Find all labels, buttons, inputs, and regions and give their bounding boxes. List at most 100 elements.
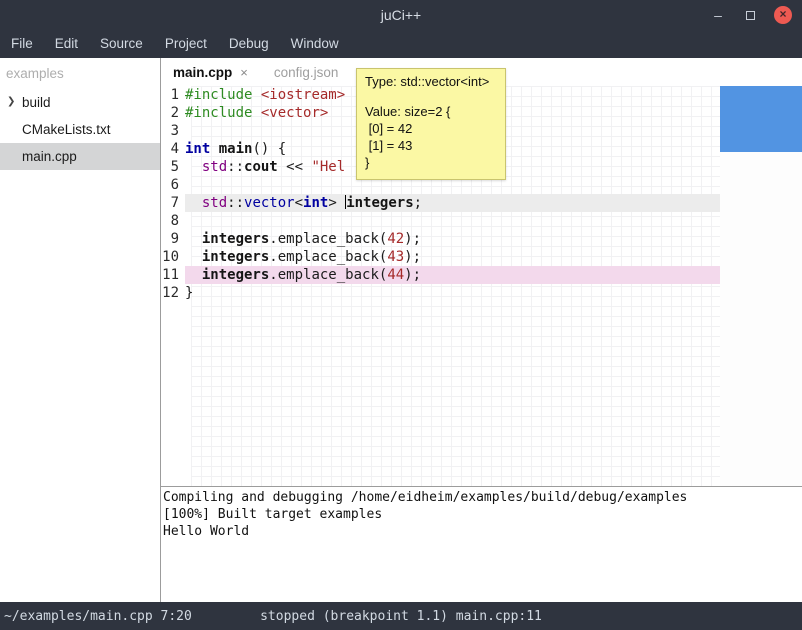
code-line-12[interactable]: 12} [161,284,802,302]
menu-source[interactable]: Source [89,30,154,58]
code-token: integers [202,231,269,247]
code-token: 42 [387,231,404,247]
titlebar: juCi++ – × [0,0,802,30]
line-number: 7 [161,194,185,212]
tooltip-value: Value: size=2 { [0] = 42 [1] = 43} [365,103,497,171]
terminal-panel[interactable]: Compiling and debugging /home/eidheim/ex… [161,486,802,602]
code-token [185,159,202,175]
scrollbar-thumb[interactable] [720,86,802,152]
code-token [185,195,202,211]
code-token: () { [252,141,286,157]
tree-item-label: CMakeLists.txt [22,122,111,137]
file-tree: ❯ build CMakeLists.txt main.cpp [0,89,160,170]
line-number: 1 [161,86,185,104]
code-token: vector [244,195,295,211]
line-content: integers.emplace_back(42); [185,230,720,248]
line-number: 3 [161,122,185,140]
tree-item-build[interactable]: ❯ build [0,89,160,116]
code-token: .emplace_back( [269,249,387,265]
code-line-10[interactable]: 10 integers.emplace_back(43); [161,248,802,266]
code-token: #include [185,105,252,121]
line-number: 5 [161,158,185,176]
code-token: int [185,141,210,157]
tooltip-value-line: [1] = 43 [365,137,497,154]
menu-project[interactable]: Project [154,30,218,58]
code-token [252,105,260,121]
terminal-line: [100%] Built target examples [163,506,802,523]
code-token: #include [185,87,252,103]
code-token: :: [227,195,244,211]
tab-label: main.cpp [173,65,232,80]
terminal-output: Compiling and debugging /home/eidheim/ex… [163,489,802,540]
code-token: > [328,195,336,211]
minimize-button[interactable]: – [710,7,726,23]
window-controls: – × [710,0,792,30]
line-number: 12 [161,284,185,302]
expander-chevron-icon[interactable]: ❯ [7,96,15,107]
code-token: std [202,195,227,211]
line-number: 8 [161,212,185,230]
tree-item-main-cpp[interactable]: main.cpp [0,143,160,170]
close-button[interactable]: × [774,6,792,24]
tooltip-value-line: [0] = 42 [365,120,497,137]
tab-main-cpp[interactable]: main.cpp × [173,65,248,80]
code-token [337,195,345,211]
source-map[interactable] [720,86,802,486]
code-token: ); [404,267,421,283]
menu-edit[interactable]: Edit [44,30,89,58]
code-token: << [278,159,312,175]
code-line-11[interactable]: 11 integers.emplace_back(44); [161,266,802,284]
code-token: std [202,159,227,175]
code-token: < [295,195,303,211]
menubar: FileEditSourceProjectDebugWindow [0,30,802,58]
line-number: 11 [161,266,185,284]
menu-debug[interactable]: Debug [218,30,280,58]
terminal-line: Compiling and debugging /home/eidheim/ex… [163,489,802,506]
code-token: integers [346,195,413,211]
menu-window[interactable]: Window [280,30,350,58]
tree-item-label: build [22,95,51,110]
terminal-line: Hello World [163,523,802,540]
code-token: 44 [387,267,404,283]
code-line-9[interactable]: 9 integers.emplace_back(42); [161,230,802,248]
code-token [252,87,260,103]
code-token: :: [227,159,244,175]
line-content: integers.emplace_back(44); [185,266,720,284]
line-number: 4 [161,140,185,158]
tree-item-cmakelists-txt[interactable]: CMakeLists.txt [0,116,160,143]
code-line-8[interactable]: 8 [161,212,802,230]
code-token: ); [404,231,421,247]
file-tree-sidebar: examples ❯ build CMakeLists.txt main.cpp [0,58,161,602]
code-token: integers [202,249,269,265]
line-content: integers.emplace_back(43); [185,248,720,266]
tooltip-value-line: Value: size=2 { [365,103,497,120]
code-token: main [219,141,253,157]
code-token: int [303,195,328,211]
line-number: 2 [161,104,185,122]
maximize-button[interactable] [742,7,758,23]
code-token: 43 [387,249,404,265]
tooltip-value-line: } [365,154,497,171]
code-token: .emplace_back( [269,231,387,247]
menu-file[interactable]: File [0,30,44,58]
tooltip-type-line: Type: std::vector<int> [365,74,497,89]
maximize-icon [746,11,755,20]
tab-config-json[interactable]: config.json [274,65,339,80]
line-content [185,212,720,230]
project-root-label: examples [0,62,160,89]
code-token: ); [404,249,421,265]
tree-item-label: main.cpp [22,149,77,164]
line-number: 6 [161,176,185,194]
window-title: juCi++ [0,7,802,23]
code-token: .emplace_back( [269,267,387,283]
code-line-7[interactable]: 7 std::vector<int> integers; [161,194,802,212]
code-token: <vector> [261,105,328,121]
line-content: std::vector<int> integers; [185,194,720,212]
code-token [210,141,218,157]
code-token: "Hel [311,159,345,175]
debug-tooltip: Type: std::vector<int> Value: size=2 { [… [356,68,506,180]
line-number: 10 [161,248,185,266]
tab-close-icon[interactable]: × [240,65,248,80]
line-content: } [185,284,720,302]
code-token: } [185,285,193,301]
